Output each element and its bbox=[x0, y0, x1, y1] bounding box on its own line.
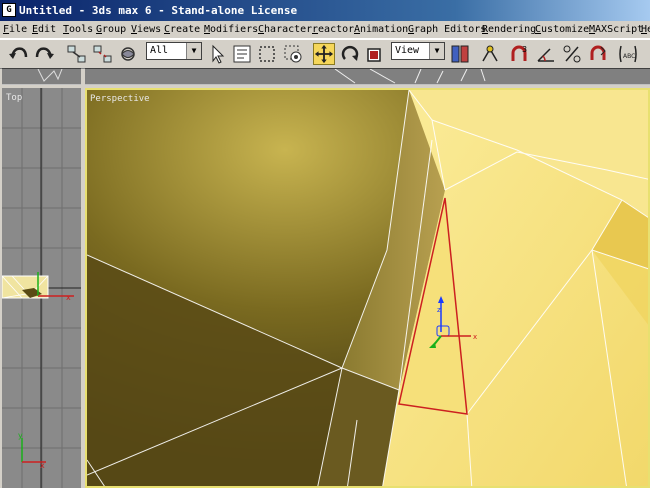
menu-customize[interactable]: Customize bbox=[535, 21, 589, 38]
svg-text:x: x bbox=[66, 293, 71, 302]
top-viewport[interactable]: x x y Top bbox=[2, 88, 81, 488]
svg-text:y: y bbox=[18, 431, 23, 440]
perspective-viewport-strip bbox=[85, 68, 650, 85]
top-viewport-grid: x x y bbox=[2, 88, 81, 488]
edit-named-selections-icon[interactable]: ABC bbox=[617, 43, 639, 65]
app-icon[interactable]: G bbox=[2, 3, 16, 17]
perspective-scene: z x bbox=[87, 90, 648, 486]
menu-reactor[interactable]: reactor bbox=[312, 21, 354, 38]
percent-snap-icon[interactable] bbox=[561, 43, 583, 65]
menu-rendering[interactable]: Rendering bbox=[482, 21, 536, 38]
reference-coordinate-dropdown[interactable]: View ▼ bbox=[391, 42, 445, 60]
window-title: Untitled - 3ds max 6 - Stand-alone Licen… bbox=[19, 4, 298, 17]
select-and-rotate-icon[interactable] bbox=[339, 43, 361, 65]
title-bar[interactable]: G Untitled - 3ds max 6 - Stand-alone Lic… bbox=[0, 0, 650, 21]
perspective-viewport[interactable]: z x Perspective bbox=[85, 88, 650, 488]
angle-snap-toggle-icon[interactable] bbox=[535, 43, 557, 65]
left-viewport-strip bbox=[2, 68, 81, 85]
selection-filter-dropdown[interactable]: All ▼ bbox=[146, 42, 202, 60]
perspective-viewport-label[interactable]: Perspective bbox=[90, 94, 150, 104]
spinner-snap-icon[interactable] bbox=[587, 43, 609, 65]
reference-coordinate-value: View bbox=[395, 45, 420, 56]
left-strip-mesh bbox=[37, 68, 63, 82]
top-viewport-label[interactable]: Top bbox=[6, 93, 22, 103]
snaps-label: 3 bbox=[522, 45, 527, 54]
select-and-move-icon[interactable] bbox=[313, 43, 335, 65]
select-and-link-icon[interactable] bbox=[66, 43, 88, 65]
menu-help[interactable]: Help bbox=[641, 21, 650, 38]
menu-edit[interactable]: Edit bbox=[32, 21, 56, 38]
menu-character[interactable]: Character bbox=[258, 21, 312, 38]
menu-modifiers[interactable]: Modifiers bbox=[204, 21, 258, 38]
menu-tools[interactable]: Tools bbox=[63, 21, 93, 38]
undo-icon[interactable] bbox=[8, 43, 30, 65]
svg-text:z: z bbox=[437, 306, 441, 314]
abc-label: ABC bbox=[623, 53, 635, 60]
menu-file[interactable]: File bbox=[3, 21, 27, 38]
snaps-toggle-icon[interactable]: 3 bbox=[508, 43, 530, 65]
top-viewport-object[interactable] bbox=[2, 275, 49, 299]
select-object-icon[interactable] bbox=[206, 43, 228, 65]
rectangular-selection-region-icon[interactable] bbox=[256, 43, 278, 65]
use-pivot-point-center-icon[interactable] bbox=[449, 43, 471, 65]
window-crossing-icon[interactable] bbox=[282, 43, 304, 65]
perspective-strip-mesh bbox=[334, 68, 486, 84]
menu-group[interactable]: Group bbox=[96, 21, 126, 38]
chevron-down-icon[interactable]: ▼ bbox=[186, 43, 201, 59]
select-and-scale-icon[interactable] bbox=[364, 43, 386, 65]
main-toolbar: All ▼ View ▼ 3 ABC bbox=[0, 39, 650, 69]
redo-icon[interactable] bbox=[33, 43, 55, 65]
menu-animation[interactable]: Animation bbox=[354, 21, 408, 38]
menu-views[interactable]: Views bbox=[131, 21, 161, 38]
menu-maxscript[interactable]: MAXScript bbox=[589, 21, 643, 38]
svg-text:x: x bbox=[473, 333, 477, 341]
chevron-down-icon[interactable]: ▼ bbox=[429, 43, 444, 59]
selection-filter-value: All bbox=[150, 45, 169, 56]
menu-graph-editors[interactable]: Graph Editors bbox=[408, 21, 486, 38]
unlink-selection-icon[interactable] bbox=[92, 43, 114, 65]
select-and-manipulate-icon[interactable] bbox=[479, 43, 501, 65]
menu-create[interactable]: Create bbox=[164, 21, 200, 38]
menu-bar: File Edit Tools Group Views Create Modif… bbox=[0, 21, 650, 39]
svg-text:x: x bbox=[40, 461, 45, 470]
select-by-name-icon[interactable] bbox=[231, 43, 253, 65]
bind-space-warp-icon[interactable] bbox=[117, 43, 139, 65]
